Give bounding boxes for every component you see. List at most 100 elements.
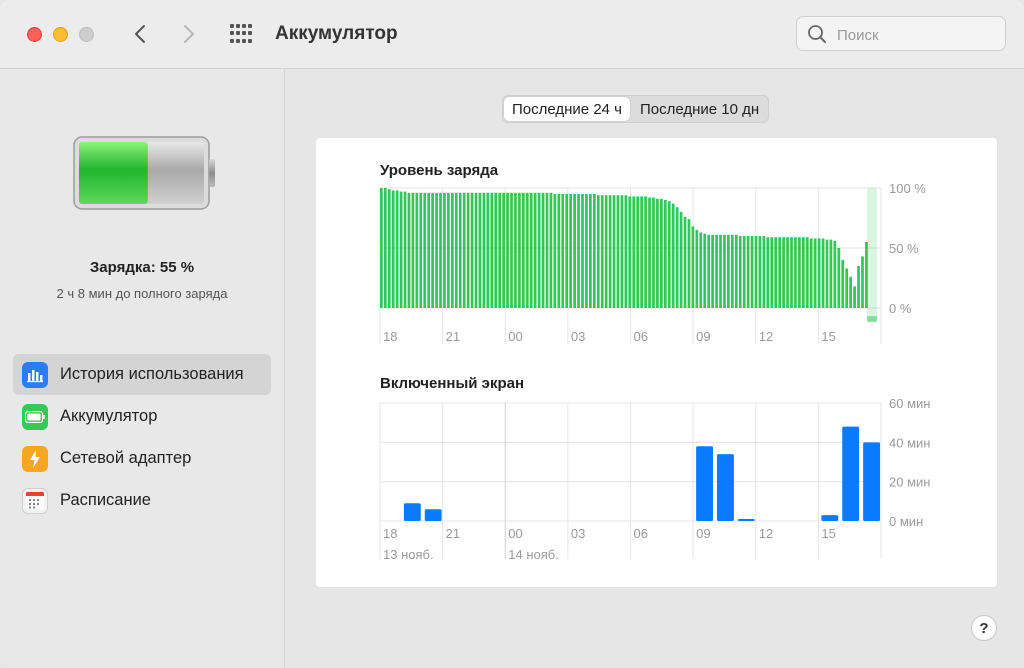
y-tick-label: 20 мин: [889, 475, 930, 490]
battery-level-bar: [585, 194, 588, 308]
battery-level-bar: [427, 192, 431, 308]
date-label: 13 нояб.: [383, 547, 434, 562]
battery-status-icon: [73, 136, 215, 210]
battery-level-bar: [506, 192, 509, 308]
x-tick-label: 00: [508, 526, 522, 541]
x-tick-label: 00: [508, 329, 522, 344]
battery-level-bar: [596, 195, 600, 308]
screen-on-bar: [696, 446, 714, 521]
screen-on-bar: [842, 426, 860, 521]
usage-history-panel: Уровень заряда 100 % 50 % 0 % 18 21 00 03 06 09 1…: [316, 138, 997, 587]
battery-level-bar: [656, 198, 659, 308]
window-title: Аккумулятор: [275, 23, 398, 44]
battery-level-bar: [494, 192, 498, 308]
battery-level-bar: [727, 234, 730, 308]
battery-level-bar: [407, 192, 411, 308]
battery-level-bar: [821, 238, 825, 308]
y-tick-label: 0 %: [889, 301, 912, 316]
zoom-window-button[interactable]: [79, 27, 94, 42]
battery-level-bar: [853, 286, 856, 308]
battery-level-bar: [774, 237, 778, 308]
titlebar: Аккумулятор: [0, 0, 1024, 69]
battery-level-bar: [592, 194, 596, 308]
search-input[interactable]: [835, 23, 999, 47]
screen-on-bar: [863, 442, 881, 521]
battery-level-bar: [746, 236, 750, 308]
battery-level-bar: [490, 192, 494, 308]
battery-level-bar: [648, 197, 651, 308]
sidebar-item-schedule[interactable]: Расписание: [13, 480, 271, 521]
battery-level-bar: [458, 192, 462, 308]
battery-level-bar: [644, 196, 647, 308]
battery-level-bar: [612, 195, 616, 308]
battery-level-bar: [486, 192, 490, 308]
x-tick-label: 09: [696, 329, 710, 344]
help-button[interactable]: ?: [971, 615, 997, 641]
screen-on-chart: 60 мин 40 мин 20 мин 0 мин 18 21 00 03 06 09 12 15 1…: [379, 396, 930, 562]
show-all-grid-icon[interactable]: [230, 24, 252, 44]
battery-level-bar: [813, 238, 817, 308]
battery-level-bar: [502, 192, 505, 308]
battery-level-bar: [439, 192, 442, 308]
charging-marker: [867, 316, 877, 322]
screen-on-chart-title: Включенный экран: [380, 375, 525, 392]
battery-level-bar: [754, 236, 758, 308]
x-tick-label: 12: [759, 329, 773, 344]
battery-level-bar: [383, 188, 387, 308]
close-window-button[interactable]: [27, 27, 42, 42]
battery-level-bar: [620, 195, 624, 308]
battery-level-bar: [829, 239, 833, 308]
tab-last-10-days[interactable]: Последние 10 дн: [632, 97, 767, 121]
battery-level-bar: [628, 196, 632, 308]
sidebar-item-battery[interactable]: Аккумулятор: [13, 396, 271, 437]
back-button[interactable]: [126, 20, 154, 48]
x-tick-label: 15: [821, 526, 835, 541]
battery-level-bar: [565, 194, 569, 308]
battery-level-bar: [443, 192, 446, 308]
x-tick-label: 06: [634, 329, 648, 344]
battery-level-bar: [514, 192, 517, 308]
battery-level-bar: [482, 192, 486, 308]
battery-level-bar: [841, 260, 845, 308]
x-tick-label: 21: [446, 526, 460, 541]
battery-level-bar: [695, 230, 699, 308]
battery-level-bar: [762, 236, 766, 308]
sidebar-item-label: Аккумулятор: [60, 407, 158, 425]
battery-level-bar: [683, 216, 687, 308]
chevron-right-icon: [184, 25, 194, 43]
battery-level-bar: [553, 194, 557, 308]
y-tick-label: 40 мин: [889, 435, 930, 450]
battery-level-bar: [707, 234, 711, 308]
battery-level-bar: [537, 192, 541, 308]
battery-level-bar: [770, 237, 774, 308]
screen-on-bar: [403, 503, 421, 521]
battery-level-bar: [529, 192, 533, 308]
date-label: 14 нояб.: [508, 547, 559, 562]
battery-level-bar: [857, 266, 860, 308]
search-field[interactable]: [796, 16, 1006, 51]
x-tick-label: 15: [821, 329, 835, 344]
battery-level-bar: [581, 194, 584, 308]
sidebar-item-power-adapter[interactable]: Сетевой адаптер: [13, 438, 271, 479]
battery-level-bar: [667, 201, 671, 308]
battery-level-bar: [557, 194, 561, 308]
sidebar-item-label: Сетевой адаптер: [60, 449, 192, 467]
battery-level-bar: [604, 195, 608, 308]
battery-level-bar: [809, 238, 813, 308]
battery-level-bar: [730, 234, 734, 308]
chart-icon: [22, 361, 48, 388]
battery-level-bar: [845, 268, 849, 308]
battery-level-bar: [589, 194, 592, 308]
tab-last-24-hours[interactable]: Последние 24 ч: [504, 97, 630, 121]
forward-button[interactable]: [175, 20, 203, 48]
battery-level-bar: [742, 236, 746, 308]
battery-level-bar: [577, 194, 580, 308]
battery-level-bar: [750, 236, 754, 308]
calendar-icon: [22, 487, 48, 514]
battery-icon: [22, 403, 48, 430]
x-tick-label: 09: [696, 526, 710, 541]
screen-on-bar: [821, 515, 839, 521]
minimize-window-button[interactable]: [53, 27, 68, 42]
battery-level-bar: [395, 190, 399, 308]
sidebar-item-usage-history[interactable]: История использования: [13, 354, 271, 395]
